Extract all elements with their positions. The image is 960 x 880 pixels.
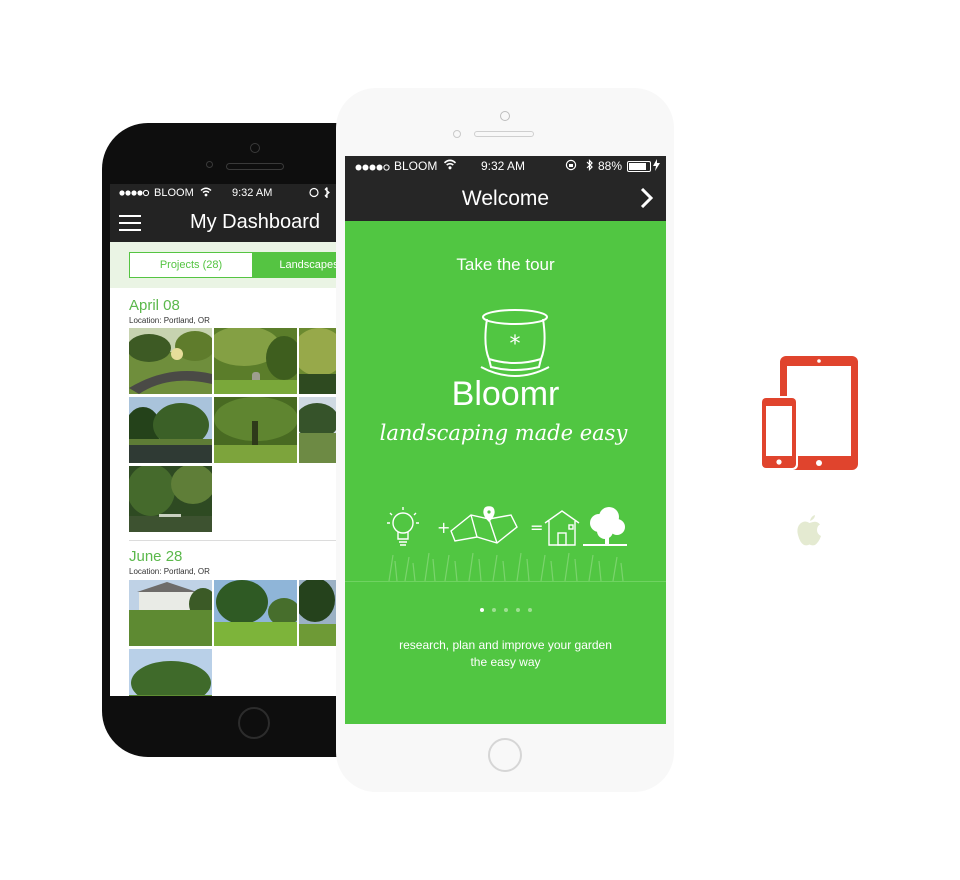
status-time: 9:32 AM	[481, 159, 526, 173]
brand-name: Bloomr	[451, 375, 560, 413]
page-title: Welcome	[461, 187, 550, 210]
rotation-lock-icon	[565, 159, 577, 174]
proximity-sensor	[206, 161, 213, 168]
map-pin-icon	[450, 506, 518, 544]
lightbulb-icon	[387, 507, 419, 546]
equation-illustration: + =	[387, 506, 627, 546]
front-camera	[250, 143, 260, 153]
status-time: 9:32 AM	[232, 187, 273, 199]
proximity-sensor	[453, 130, 461, 138]
nav-bar: Welcome	[345, 176, 666, 221]
signal-icon	[355, 161, 391, 175]
home-button[interactable]	[238, 707, 270, 739]
status-bar: BLOOM 9:32 AM 88%	[345, 156, 666, 176]
bluetooth-icon	[309, 187, 333, 201]
page-dot[interactable]	[479, 608, 484, 612]
landscape-photo[interactable]	[214, 328, 297, 394]
plus-sign: +	[437, 518, 450, 537]
landscape-photo[interactable]	[214, 580, 297, 646]
group-location: Location: Portland, OR	[129, 316, 210, 325]
landscape-photo[interactable]	[214, 397, 297, 463]
tree-icon	[583, 507, 627, 546]
page-dot[interactable]	[527, 608, 532, 612]
subtitle-line: the easy way	[470, 655, 541, 669]
ground-line	[345, 581, 666, 582]
battery-icon	[627, 161, 651, 172]
devices-icon	[760, 356, 858, 470]
wifi-icon	[200, 187, 212, 200]
page-dot[interactable]	[503, 608, 508, 612]
tour-link[interactable]: Take the tour	[345, 255, 666, 275]
equals-sign: =	[530, 518, 543, 537]
signal-icon	[119, 188, 151, 200]
grass-icon	[388, 552, 624, 581]
front-camera	[500, 111, 510, 121]
group-date: June 28	[129, 548, 183, 565]
earpiece-speaker	[226, 163, 284, 170]
wifi-icon	[443, 159, 457, 173]
battery-percent: 88%	[598, 159, 623, 173]
carrier-label: BLOOM	[394, 159, 438, 173]
group-location: Location: Portland, OR	[129, 567, 210, 576]
home-button[interactable]	[488, 738, 522, 772]
chevron-right-icon[interactable]	[637, 188, 657, 208]
page-dot[interactable]	[491, 608, 496, 612]
landscape-photo[interactable]	[129, 397, 212, 463]
welcome-phone: BLOOM 9:32 AM 88% Welcome Take the tour	[336, 88, 674, 792]
brand-tagline: landscaping made easy	[379, 421, 628, 445]
top-hat-icon: *	[480, 309, 550, 377]
landscape-photo[interactable]	[129, 466, 212, 532]
welcome-subtitle: research, plan and improve your garden t…	[345, 637, 666, 671]
charging-icon	[653, 159, 660, 174]
house-icon	[544, 510, 580, 546]
tab-projects[interactable]: Projects (28)	[129, 252, 253, 278]
page-dot[interactable]	[515, 608, 520, 612]
welcome-screen: BLOOM 9:32 AM 88% Welcome Take the tour	[345, 156, 666, 724]
landscape-photo[interactable]	[129, 580, 212, 646]
landscape-photo[interactable]	[129, 649, 212, 696]
page-indicator[interactable]	[345, 599, 666, 617]
landscape-photo[interactable]	[129, 328, 212, 394]
svg-text:*: *	[510, 332, 521, 357]
earpiece-speaker	[474, 131, 534, 137]
carrier-label: BLOOM	[154, 187, 194, 199]
apple-icon	[797, 515, 821, 546]
group-date: April 08	[129, 297, 180, 314]
bluetooth-icon	[585, 159, 594, 174]
welcome-panel: Take the tour * Bloomr landscaping made …	[345, 221, 666, 724]
subtitle-line: research, plan and improve your garden	[399, 638, 612, 652]
